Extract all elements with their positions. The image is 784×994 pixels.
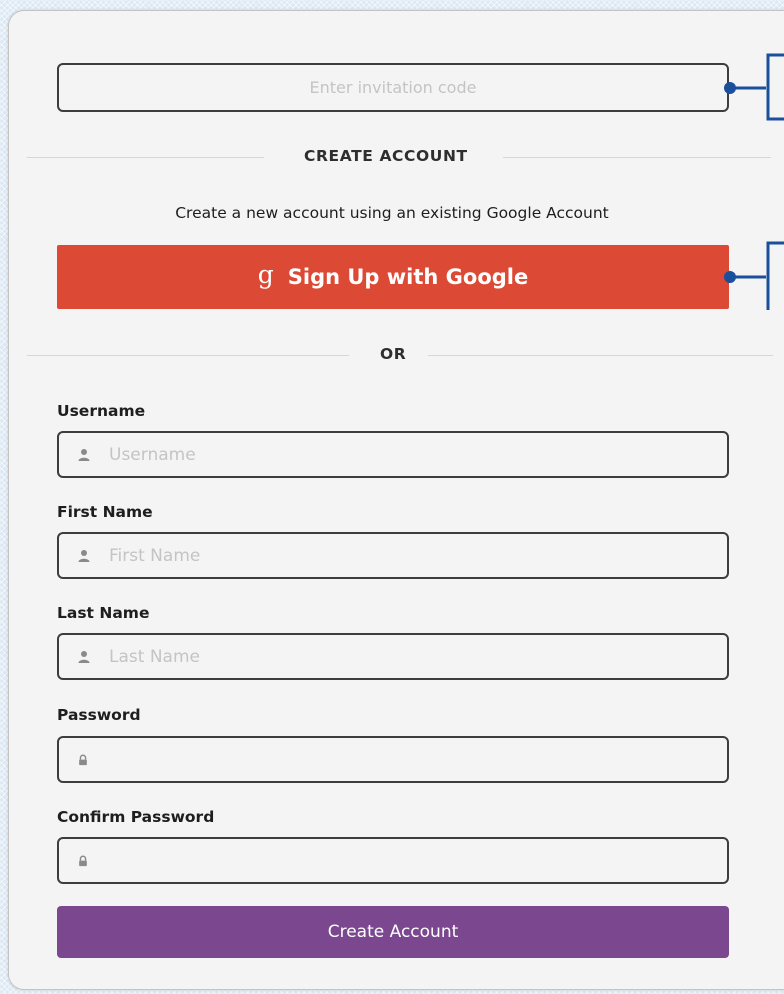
first-name-label: First Name [57,503,153,521]
lock-icon [79,855,87,866]
confirm-password-field[interactable] [57,837,729,884]
username-input[interactable] [59,433,727,476]
divider-left [27,157,264,158]
last-name-field[interactable] [57,633,729,680]
google-callout-connector [724,241,784,310]
username-label: Username [57,402,146,420]
user-icon [78,448,90,461]
invitation-code-input[interactable] [59,65,727,110]
first-name-input[interactable] [59,534,727,577]
divider-right [503,157,771,158]
last-name-input[interactable] [59,635,727,678]
invitation-code-field[interactable] [57,63,729,112]
password-field[interactable] [57,736,729,783]
or-divider-left [27,355,349,356]
or-divider-right [428,355,773,356]
create-account-button[interactable]: Create Account [57,906,729,958]
sign-up-google-label: Sign Up with Google [287,265,529,289]
google-signup-description: Create a new account using an existing G… [175,204,609,222]
google-icon: g [257,259,274,289]
create-account-heading: CREATE ACCOUNT [304,147,468,165]
username-field[interactable] [57,431,729,478]
confirm-password-label: Confirm Password [57,808,215,826]
password-label: Password [57,706,141,724]
first-name-field[interactable] [57,532,729,579]
user-icon [78,549,90,562]
or-label: OR [380,345,407,363]
lock-icon [79,754,87,765]
user-icon [78,650,90,663]
last-name-label: Last Name [57,604,150,622]
invitation-callout-connector [724,53,784,121]
confirm-password-input[interactable] [59,839,727,882]
sign-up-google-button[interactable]: g Sign Up with Google [57,245,729,309]
password-input[interactable] [59,738,727,781]
